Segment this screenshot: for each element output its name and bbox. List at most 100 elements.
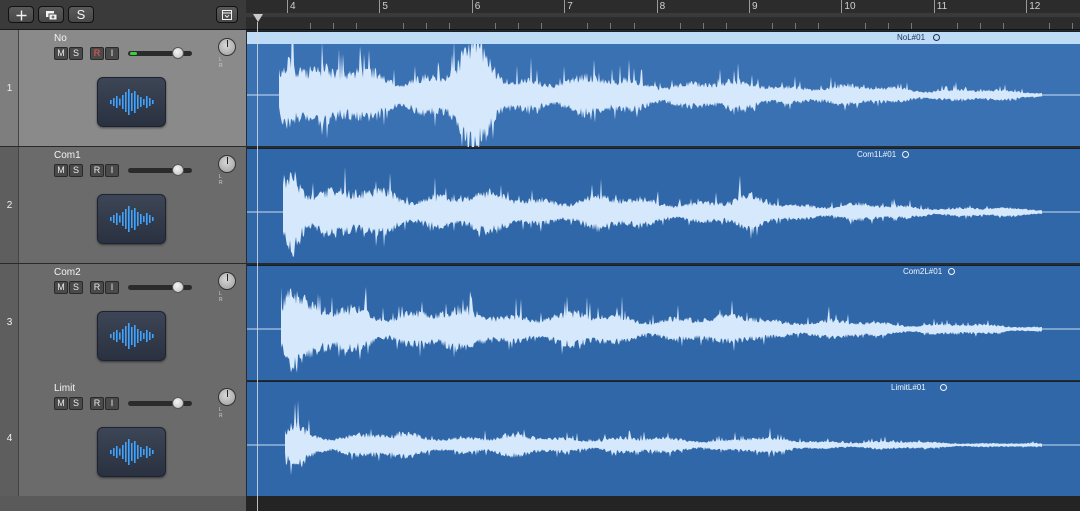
region-name: Com2L#01	[903, 267, 943, 276]
track-name[interactable]: No	[54, 33, 67, 44]
audio-waveform	[247, 32, 1080, 147]
icon-wave-bar	[127, 89, 130, 115]
audio-region[interactable]: NoL#01	[247, 31, 1080, 147]
volume-slider-thumb[interactable]	[172, 47, 184, 59]
record-enable-button[interactable]: R	[90, 397, 104, 410]
track-row[interactable]: 4 Limit M S R I L R LimitL#01	[0, 380, 1080, 497]
track-name[interactable]: Com1	[54, 150, 81, 161]
audio-waveform	[247, 400, 1080, 476]
ruler-bar-label: 9	[752, 1, 758, 12]
volume-slider[interactable]	[128, 47, 192, 59]
track-icon[interactable]	[97, 77, 166, 127]
icon-wave-bar	[127, 206, 130, 232]
ruler-beat-tick	[887, 23, 889, 29]
record-enable-button[interactable]: R	[90, 47, 104, 60]
track-name[interactable]: Com2	[54, 267, 81, 278]
volume-slider-thumb[interactable]	[172, 164, 184, 176]
track-row[interactable]: 1 No M S R I L R NoL#01	[0, 30, 1080, 147]
icon-wave-bar	[130, 210, 133, 228]
volume-slider[interactable]	[128, 281, 192, 293]
s-button[interactable]: S	[68, 6, 94, 23]
mute-button[interactable]: M	[54, 47, 68, 60]
audio-region[interactable]: Com1L#01	[247, 148, 1080, 263]
audio-region[interactable]: Com2L#01	[247, 265, 1080, 380]
audio-region[interactable]: LimitL#01	[247, 381, 1080, 496]
icon-wave-bar	[118, 98, 121, 106]
input-monitoring-button[interactable]: I	[105, 47, 119, 60]
pan-lr-label: L R	[219, 174, 230, 186]
audio-waveform-icon	[109, 206, 154, 232]
track-lane[interactable]: Com1L#01	[246, 147, 1080, 264]
icon-wave-bar	[109, 334, 112, 338]
track-lane[interactable]: LimitL#01	[246, 380, 1080, 497]
ruler-beat-tick	[725, 23, 727, 29]
pan-knob-indicator	[227, 390, 228, 397]
add-track-button[interactable]	[8, 6, 34, 23]
icon-wave-bar	[130, 443, 133, 461]
icon-wave-bar	[118, 448, 121, 456]
ruler-beat-tick	[910, 23, 912, 29]
icon-wave-bar	[151, 100, 154, 104]
track-row[interactable]: 3 Com2 M S R I L R Com2L#01	[0, 264, 1080, 381]
icon-wave-bar	[112, 332, 115, 340]
ruler-bar-tick	[933, 0, 935, 13]
record-enable-button[interactable]: R	[90, 281, 104, 294]
volume-slider[interactable]	[128, 397, 192, 409]
volume-slider[interactable]	[128, 164, 192, 176]
icon-wave-bar	[130, 327, 133, 345]
record-enable-button[interactable]: R	[90, 164, 104, 177]
icon-wave-bar	[124, 209, 127, 229]
ruler-beat-tick	[518, 23, 519, 29]
volume-slider-thumb[interactable]	[172, 281, 184, 293]
pan-knob[interactable]	[218, 388, 236, 406]
ruler-bar-tick	[287, 0, 288, 13]
playhead-line[interactable]	[257, 22, 258, 511]
ruler-beat-tick	[541, 23, 543, 29]
track-icon[interactable]	[97, 194, 166, 244]
track-options-button[interactable]	[216, 6, 238, 23]
icon-wave-bar	[109, 217, 112, 221]
bar-ruler[interactable]: 4 5 6 7 8 9 10 11 12	[246, 0, 1080, 30]
track-header[interactable]: 4 Limit M S R I L R	[0, 380, 246, 497]
icon-wave-bar	[109, 450, 112, 454]
pan-knob[interactable]	[218, 38, 236, 56]
track-header[interactable]: 2 Com1 M S R I L R	[0, 147, 246, 264]
input-monitoring-button[interactable]: I	[105, 397, 119, 410]
mute-button[interactable]: M	[54, 164, 68, 177]
ruler-bar-label: 7	[567, 1, 573, 12]
solo-button[interactable]: S	[69, 47, 83, 60]
pan-knob[interactable]	[218, 155, 236, 173]
pan-knob[interactable]	[218, 272, 236, 290]
track-icon[interactable]	[97, 311, 166, 361]
playhead-handle[interactable]	[253, 14, 263, 22]
waveform-shape	[283, 166, 1042, 258]
mute-button[interactable]: M	[54, 397, 68, 410]
ruler-beat-tick	[679, 23, 681, 29]
icon-wave-bar	[136, 445, 139, 459]
track-header[interactable]: 1 No M S R I L R	[0, 30, 246, 147]
audio-waveform-icon	[109, 89, 154, 115]
input-monitoring-button[interactable]: I	[105, 281, 119, 294]
ruler-bar-tick	[841, 0, 843, 13]
track-name[interactable]: Limit	[54, 383, 75, 394]
ruler-beat-tick	[956, 23, 958, 29]
ruler-beat-tick	[402, 23, 404, 29]
track-row[interactable]: 2 Com1 M S R I L R Com1L#01	[0, 147, 1080, 264]
pan-knob-indicator	[227, 40, 228, 47]
icon-wave-bar	[112, 98, 115, 106]
cycle-bar[interactable]	[246, 13, 1080, 17]
icon-wave-bar	[121, 445, 124, 459]
track-lane[interactable]: NoL#01	[246, 30, 1080, 147]
volume-slider-thumb[interactable]	[172, 397, 184, 409]
duplicate-track-button[interactable]	[38, 6, 64, 23]
track-lane[interactable]: Com2L#01	[246, 264, 1080, 381]
solo-button[interactable]: S	[69, 164, 83, 177]
input-monitoring-button[interactable]: I	[105, 164, 119, 177]
track-header[interactable]: 3 Com2 M S R I L R	[0, 264, 246, 381]
region-label-bar	[247, 149, 1080, 161]
mute-button[interactable]: M	[54, 281, 68, 294]
solo-button[interactable]: S	[69, 281, 83, 294]
ruler-beat-tick	[818, 23, 820, 29]
solo-button[interactable]: S	[69, 397, 83, 410]
track-icon[interactable]	[97, 427, 166, 477]
